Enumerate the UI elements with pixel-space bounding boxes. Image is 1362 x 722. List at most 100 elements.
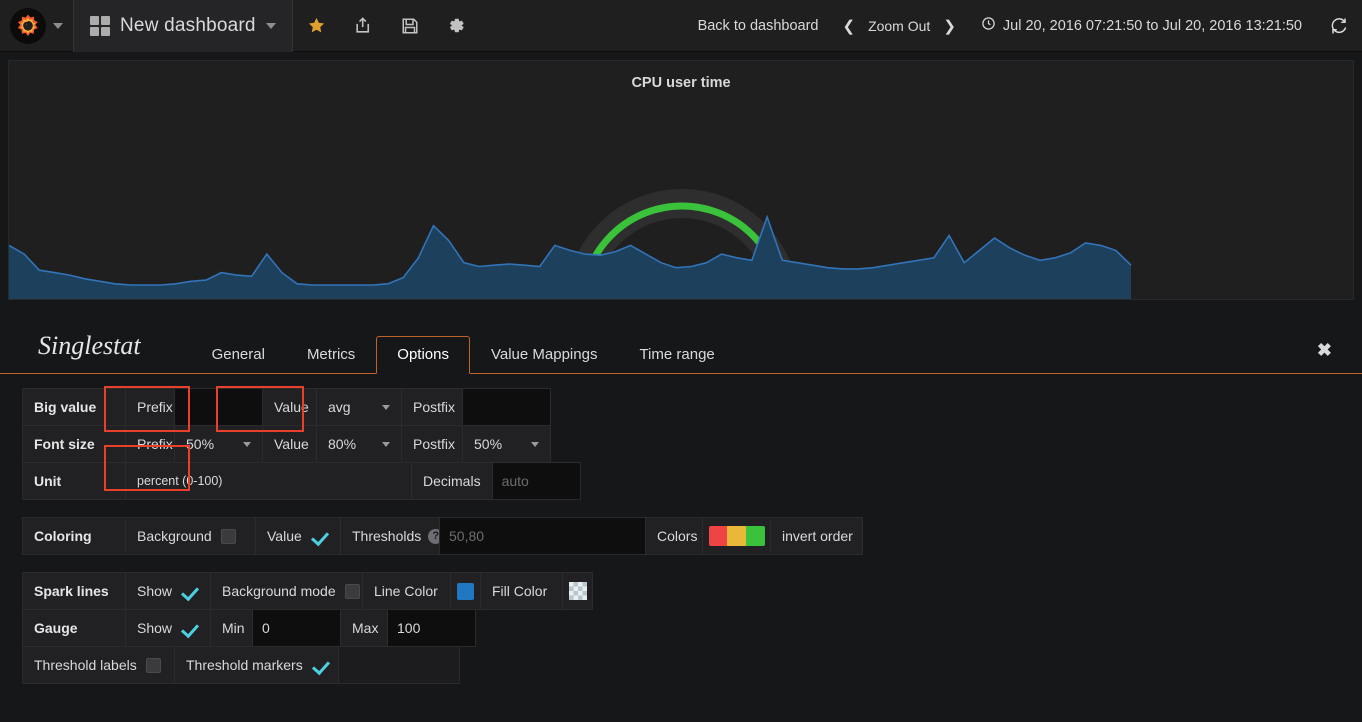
thresholds-label: Thresholds xyxy=(352,528,422,544)
unit-row: Unit percent (0-100) Decimals auto xyxy=(22,462,1362,500)
threshold-color-1[interactable] xyxy=(727,526,746,546)
line-color-swatch[interactable] xyxy=(457,582,474,600)
chevron-right-icon[interactable]: ❯ xyxy=(936,17,963,35)
grafana-logo-icon[interactable] xyxy=(10,7,46,44)
coloring-group: Coloring Background Value Thresholds ? 5… xyxy=(22,386,1362,555)
font-size-value-select[interactable]: 80% xyxy=(316,425,402,463)
topnav-right-group: Back to dashboard ❮ Zoom Out ❯ Jul 20, 2… xyxy=(685,0,1362,52)
gauge-min-input[interactable]: 0 xyxy=(252,609,341,647)
colors-swatch-group[interactable] xyxy=(702,517,771,555)
chevron-down-icon xyxy=(531,441,539,447)
chevron-left-icon[interactable]: ❮ xyxy=(835,17,862,35)
chevron-down-icon xyxy=(382,404,390,410)
share-button[interactable] xyxy=(340,0,387,52)
coloring-value-toggle[interactable]: Value xyxy=(255,517,341,555)
gauge-show-label: Show xyxy=(137,620,173,636)
threshold-color-2[interactable] xyxy=(745,526,765,546)
big-value-row: Big value Prefix Value avg Postfix xyxy=(22,388,1362,426)
fill-color-swatch[interactable] xyxy=(568,582,587,600)
big-value-prefix-input[interactable] xyxy=(174,388,263,426)
font-size-prefix-select[interactable]: 50% xyxy=(174,425,263,463)
gauge-row-label: Gauge xyxy=(22,609,126,647)
settings-button[interactable] xyxy=(433,0,480,52)
dashboard-grid-icon xyxy=(90,15,110,36)
threshold-labels-toggle[interactable]: Threshold labels xyxy=(22,646,175,684)
gauge-show-toggle[interactable]: Show xyxy=(125,609,211,647)
spark-lines-show-label: Show xyxy=(137,583,173,599)
chevron-down-icon xyxy=(243,441,251,447)
threshold-labels-checkbox[interactable] xyxy=(145,657,161,673)
coloring-value-label: Value xyxy=(267,528,302,544)
panel-type-label: Singlestat xyxy=(38,331,141,360)
gauge-show-checkbox[interactable] xyxy=(181,621,196,636)
dashboard-title: New dashboard xyxy=(120,14,256,36)
gauge-row: Gauge Show Min 0 Max 100 xyxy=(22,609,1362,647)
editor-tab-bar: Singlestat General Metrics Options Value… xyxy=(0,310,1362,374)
decimals-label: Decimals xyxy=(411,462,493,500)
tab-options[interactable]: Options xyxy=(376,336,470,374)
invert-order-button[interactable]: invert order xyxy=(770,517,863,555)
tab-value-mappings[interactable]: Value Mappings xyxy=(470,336,618,374)
tab-general[interactable]: General xyxy=(191,336,286,374)
threshold-colors-swatch[interactable] xyxy=(708,526,765,546)
font-size-postfix-label: Postfix xyxy=(401,425,463,463)
font-size-postfix-select[interactable]: 50% xyxy=(462,425,551,463)
coloring-background-label: Background xyxy=(137,528,212,544)
back-to-dashboard-link[interactable]: Back to dashboard xyxy=(685,18,832,34)
gauge-max-input[interactable]: 100 xyxy=(387,609,476,647)
unit-value-dropdown[interactable]: percent (0-100) xyxy=(125,462,412,500)
panel-editor: Singlestat General Metrics Options Value… xyxy=(0,310,1362,722)
chevron-down-icon xyxy=(382,441,390,447)
coloring-value-checkbox[interactable] xyxy=(311,529,326,544)
threshold-markers-checkbox[interactable] xyxy=(312,658,327,673)
spark-lines-show-checkbox[interactable] xyxy=(181,584,196,599)
font-size-value-label: Value xyxy=(262,425,317,463)
coloring-background-toggle[interactable]: Background xyxy=(125,517,256,555)
line-color-picker[interactable] xyxy=(450,572,481,610)
big-value-stat-select[interactable]: avg xyxy=(316,388,402,426)
time-range-picker[interactable]: Jul 20, 2016 07:21:50 to Jul 20, 2016 13… xyxy=(967,16,1316,35)
org-menu-button[interactable] xyxy=(0,0,73,52)
tab-metrics[interactable]: Metrics xyxy=(286,336,376,374)
spark-lines-show-toggle[interactable]: Show xyxy=(125,572,211,610)
big-value-prefix-label: Prefix xyxy=(125,388,175,426)
spark-lines-row-label: Spark lines xyxy=(22,572,126,610)
zoom-out-group: ❮ Zoom Out ❯ xyxy=(831,17,966,35)
caret-down-icon xyxy=(53,22,63,29)
threshold-markers-toggle[interactable]: Threshold markers xyxy=(174,646,339,684)
close-icon[interactable]: ✖ xyxy=(1317,341,1332,359)
tab-time-range[interactable]: Time range xyxy=(618,336,735,374)
sparkline-svg xyxy=(9,214,1132,299)
threshold-toggles-row: Threshold labels Threshold markers xyxy=(22,646,1362,684)
font-size-value-value: 80% xyxy=(328,436,357,452)
star-icon xyxy=(307,16,326,35)
fill-color-picker[interactable] xyxy=(562,572,593,610)
refresh-button[interactable] xyxy=(1316,0,1362,52)
spark-lines-bgmode-checkbox[interactable] xyxy=(344,583,360,599)
refresh-icon xyxy=(1330,17,1348,35)
zoom-out-button[interactable]: Zoom Out xyxy=(864,18,934,34)
spark-lines-bgmode-toggle[interactable]: Background mode xyxy=(210,572,363,610)
gauge-max-label: Max xyxy=(340,609,388,647)
font-size-prefix-value: 50% xyxy=(186,436,215,452)
threshold-color-0[interactable] xyxy=(708,526,728,546)
dashboard-title-button[interactable]: New dashboard xyxy=(74,0,292,52)
singlestat-panel[interactable]: CPU user time 0.3 xyxy=(8,60,1354,394)
big-value-postfix-input[interactable] xyxy=(462,388,551,426)
unit-row-label: Unit xyxy=(22,462,126,500)
thresholds-input[interactable]: 50,80 xyxy=(439,517,646,555)
spark-lines-bgmode-label: Background mode xyxy=(222,583,336,599)
star-button[interactable] xyxy=(293,0,340,52)
threshold-markers-label: Threshold markers xyxy=(186,657,303,673)
coloring-row: Coloring Background Value Thresholds ? 5… xyxy=(22,517,1362,555)
caret-down-icon xyxy=(265,22,276,29)
decimals-input[interactable]: auto xyxy=(491,462,581,500)
big-value-row-label: Big value xyxy=(22,388,126,426)
gear-icon xyxy=(447,16,466,35)
save-button[interactable] xyxy=(387,0,433,52)
save-icon xyxy=(401,17,419,35)
big-value-value-label: Value xyxy=(262,388,317,426)
coloring-background-checkbox[interactable] xyxy=(220,528,236,544)
sparklines-gauge-group: Spark lines Show Background mode Line Co… xyxy=(22,386,1362,684)
clock-icon xyxy=(981,16,996,35)
